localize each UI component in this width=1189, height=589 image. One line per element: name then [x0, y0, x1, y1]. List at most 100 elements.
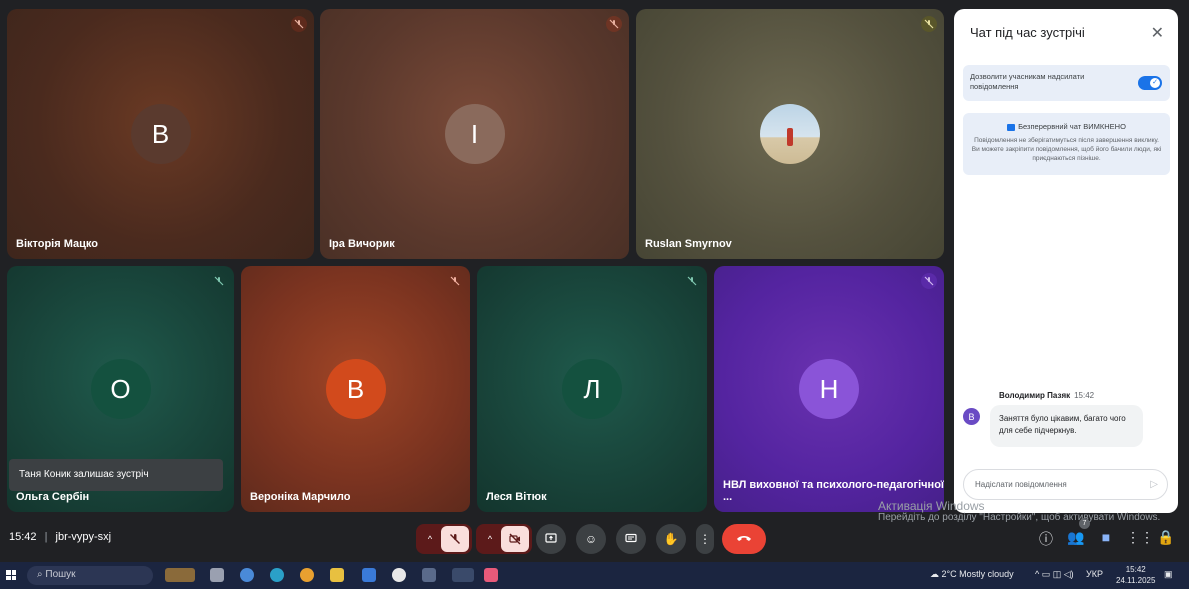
avatar-photo	[760, 104, 820, 164]
camera-group: ^	[476, 524, 532, 554]
taskbar: ⌕ Пошук ☁ 2°C Mostly cloudy ^ ▭ ◫ ◁) УКР…	[0, 562, 1189, 589]
allow-messages-toggle[interactable]: ✓	[1138, 76, 1162, 90]
mic-off-icon	[921, 273, 937, 289]
host-controls-icon[interactable]: 🔒	[1156, 529, 1176, 546]
participant-tile[interactable]: Л Леся Вітюк	[477, 266, 707, 512]
more-options-icon: ⋮	[699, 532, 711, 546]
participant-name: Іра Вичорик	[329, 238, 395, 250]
windows-activation-watermark: Активація Windows Перейдіть до розділу "…	[878, 500, 1160, 524]
continuous-chat-info: Безперервний чат ВИМКНЕНО Повідомлення н…	[963, 113, 1170, 175]
chrome-active-icon[interactable]	[452, 568, 474, 582]
activities-icon[interactable]: ⋮⋮	[1126, 529, 1154, 546]
allow-messages-setting: Дозволити учасникам надсилати повідомлен…	[963, 65, 1170, 101]
close-icon[interactable]: ✕	[1151, 23, 1164, 43]
mic-off-icon	[606, 16, 622, 32]
copilot-icon[interactable]	[240, 568, 254, 582]
message-text: Заняття було цікавим, багато чого для се…	[990, 405, 1143, 447]
taskbar-search-label: Пошук	[45, 569, 76, 580]
continuous-chat-heading: Безперервний чат ВИМКНЕНО	[1018, 122, 1126, 131]
separator: |	[44, 531, 48, 543]
message-author: Володимир Пазяк 15:42	[999, 391, 1095, 400]
end-call-button[interactable]	[722, 524, 766, 554]
participant-name: Ольга Сербін	[16, 491, 90, 503]
mic-off-icon	[684, 273, 700, 289]
mic-group: ^	[416, 524, 472, 554]
edge-icon[interactable]	[270, 568, 284, 582]
mic-off-icon	[211, 273, 227, 289]
avatar: В	[963, 408, 980, 425]
meeting-time: 15:42	[9, 531, 37, 543]
avatar: О	[90, 359, 151, 419]
present-button[interactable]	[536, 524, 566, 554]
participant-name: Вероніка Марчило	[250, 491, 351, 503]
chat-panel: Чат під час зустрічі ✕ Дозволити учасник…	[954, 9, 1178, 513]
watermark-title: Активація Windows	[878, 499, 985, 513]
app-icon[interactable]	[484, 568, 498, 582]
leave-notification: Таня Коник залишає зустріч	[9, 459, 223, 491]
participant-name: Вікторія Мацко	[16, 238, 98, 250]
mic-off-icon	[921, 16, 937, 32]
people-icon[interactable]: 👥	[1066, 529, 1086, 546]
captions-icon	[625, 532, 637, 547]
tray-icons[interactable]: ^ ▭ ◫ ◁)	[1035, 569, 1074, 580]
widgets-icon[interactable]	[165, 568, 195, 582]
participant-tile[interactable]: Н НВЛ виховної та психолого-педагогічної…	[714, 266, 944, 512]
send-icon[interactable]: ▷	[1150, 479, 1158, 490]
emoji-button[interactable]: ☺	[576, 524, 606, 554]
check-icon: ✓	[1150, 78, 1160, 88]
avatar: Н	[799, 359, 859, 419]
app-icon[interactable]	[392, 568, 406, 582]
meeting-code: jbr-vypy-sxj	[55, 531, 112, 543]
participant-tile[interactable]: І Іра Вичорик	[320, 9, 629, 259]
meeting-stage: В Вікторія Мацко І Іра Вичорик Ruslan Sm…	[0, 0, 1189, 560]
chevron-up-icon[interactable]: ^	[419, 534, 441, 544]
watermark-text: Перейдіть до розділу "Настройки", щоб ак…	[878, 512, 1161, 523]
end-call-icon	[736, 532, 752, 546]
control-bar: 15:42 | jbr-vypy-sxj ^ ^ ☺ ✋ ⋮	[0, 520, 1189, 556]
task-view-icon[interactable]	[210, 568, 224, 582]
clock-time: 15:42	[1125, 565, 1146, 574]
more-options-button[interactable]: ⋮	[696, 524, 714, 554]
weather[interactable]: ☁ 2°C Mostly cloudy	[930, 569, 1014, 580]
chat-title: Чат під час зустрічі	[970, 25, 1085, 40]
mic-off-icon	[291, 16, 307, 32]
windows-start-icon[interactable]	[6, 570, 16, 580]
app-icon[interactable]	[362, 568, 376, 582]
taskbar-search[interactable]: ⌕ Пошук	[27, 566, 153, 585]
camera-off-icon[interactable]	[501, 526, 529, 552]
file-explorer-icon[interactable]	[330, 568, 344, 582]
allow-messages-label: Дозволити учасникам надсилати повідомлен…	[970, 72, 1085, 91]
present-icon	[545, 532, 557, 547]
mic-off-icon[interactable]	[441, 526, 469, 552]
calculator-icon[interactable]	[422, 568, 436, 582]
raise-hand-button[interactable]: ✋	[656, 524, 686, 554]
participant-count-badge: 7	[1079, 518, 1090, 529]
chat-icon	[1007, 123, 1016, 131]
message-input[interactable]: Надіслати повідомлення ▷	[963, 469, 1168, 500]
participant-tile[interactable]: Ruslan Smyrnov	[636, 9, 944, 259]
message-time: 15:42	[1074, 391, 1095, 400]
avatar: Л	[562, 359, 622, 419]
avatar: І	[444, 104, 505, 164]
participant-tile[interactable]: В Вероніка Марчило	[241, 266, 470, 512]
continuous-chat-body: Повідомлення не зберігатимуться після за…	[971, 137, 1162, 162]
meeting-info: 15:42 | jbr-vypy-sxj	[9, 531, 111, 543]
weather-label: 2°C Mostly cloudy	[941, 569, 1014, 579]
avatar: В	[130, 104, 191, 164]
clock[interactable]: 15:42 24.11.2025	[1116, 564, 1155, 586]
notifications-icon[interactable]: ▣	[1164, 569, 1173, 580]
info-icon[interactable]: ⓘ	[1036, 529, 1056, 549]
avatar: В	[325, 359, 386, 419]
emoji-icon: ☺	[584, 532, 598, 546]
captions-button[interactable]	[616, 524, 646, 554]
clock-date: 24.11.2025	[1116, 576, 1156, 585]
keyboard-language[interactable]: УКР	[1086, 569, 1103, 579]
participant-name: Ruslan Smyrnov	[645, 238, 732, 250]
chevron-up-icon[interactable]: ^	[479, 534, 501, 544]
chat-icon[interactable]: ■	[1096, 529, 1116, 545]
chrome-icon[interactable]	[300, 568, 314, 582]
message-input-placeholder: Надіслати повідомлення	[975, 480, 1067, 489]
mic-off-icon	[447, 273, 463, 289]
participant-name: Леся Вітюк	[486, 491, 547, 503]
participant-tile[interactable]: В Вікторія Мацко	[7, 9, 314, 259]
